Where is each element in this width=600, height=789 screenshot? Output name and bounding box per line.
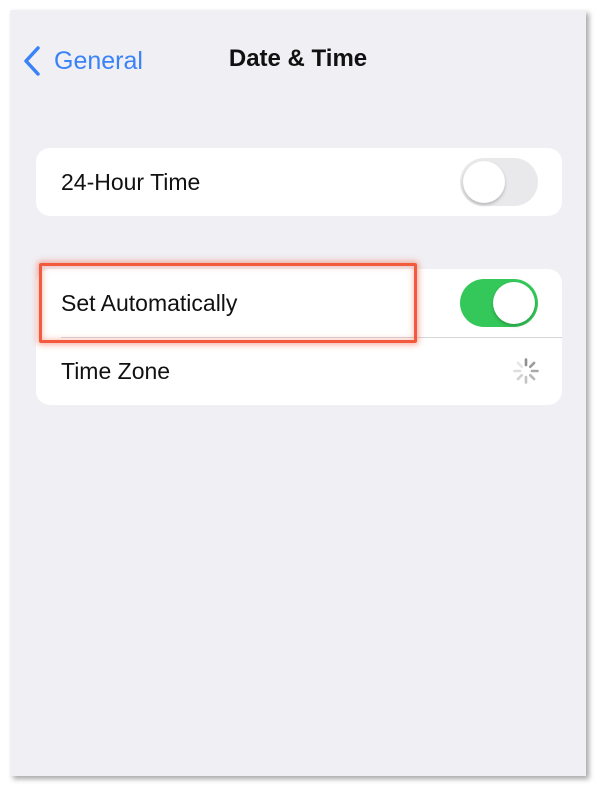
settings-group-automatic: Set Automatically Time Zone	[36, 269, 562, 405]
row-label-time-zone: Time Zone	[61, 357, 171, 384]
navigation-bar: General Date & Time	[10, 10, 586, 110]
page-title: Date & Time	[228, 45, 368, 72]
row-24-hour-time: 24-Hour Time	[36, 148, 562, 216]
loading-spinner-icon	[513, 358, 539, 384]
row-set-automatically: Set Automatically	[36, 269, 562, 337]
settings-screen: General Date & Time 24-Hour Time Set Aut…	[10, 10, 586, 776]
toggle-knob	[493, 282, 535, 324]
toggle-set-automatically[interactable]	[460, 279, 538, 327]
row-label-24-hour-time: 24-Hour Time	[61, 168, 201, 195]
row-label-set-automatically: Set Automatically	[61, 289, 238, 316]
toggle-knob	[463, 161, 505, 203]
settings-group-time-format: 24-Hour Time	[36, 148, 562, 216]
row-time-zone[interactable]: Time Zone	[36, 337, 562, 405]
toggle-24-hour-time[interactable]	[460, 158, 538, 206]
